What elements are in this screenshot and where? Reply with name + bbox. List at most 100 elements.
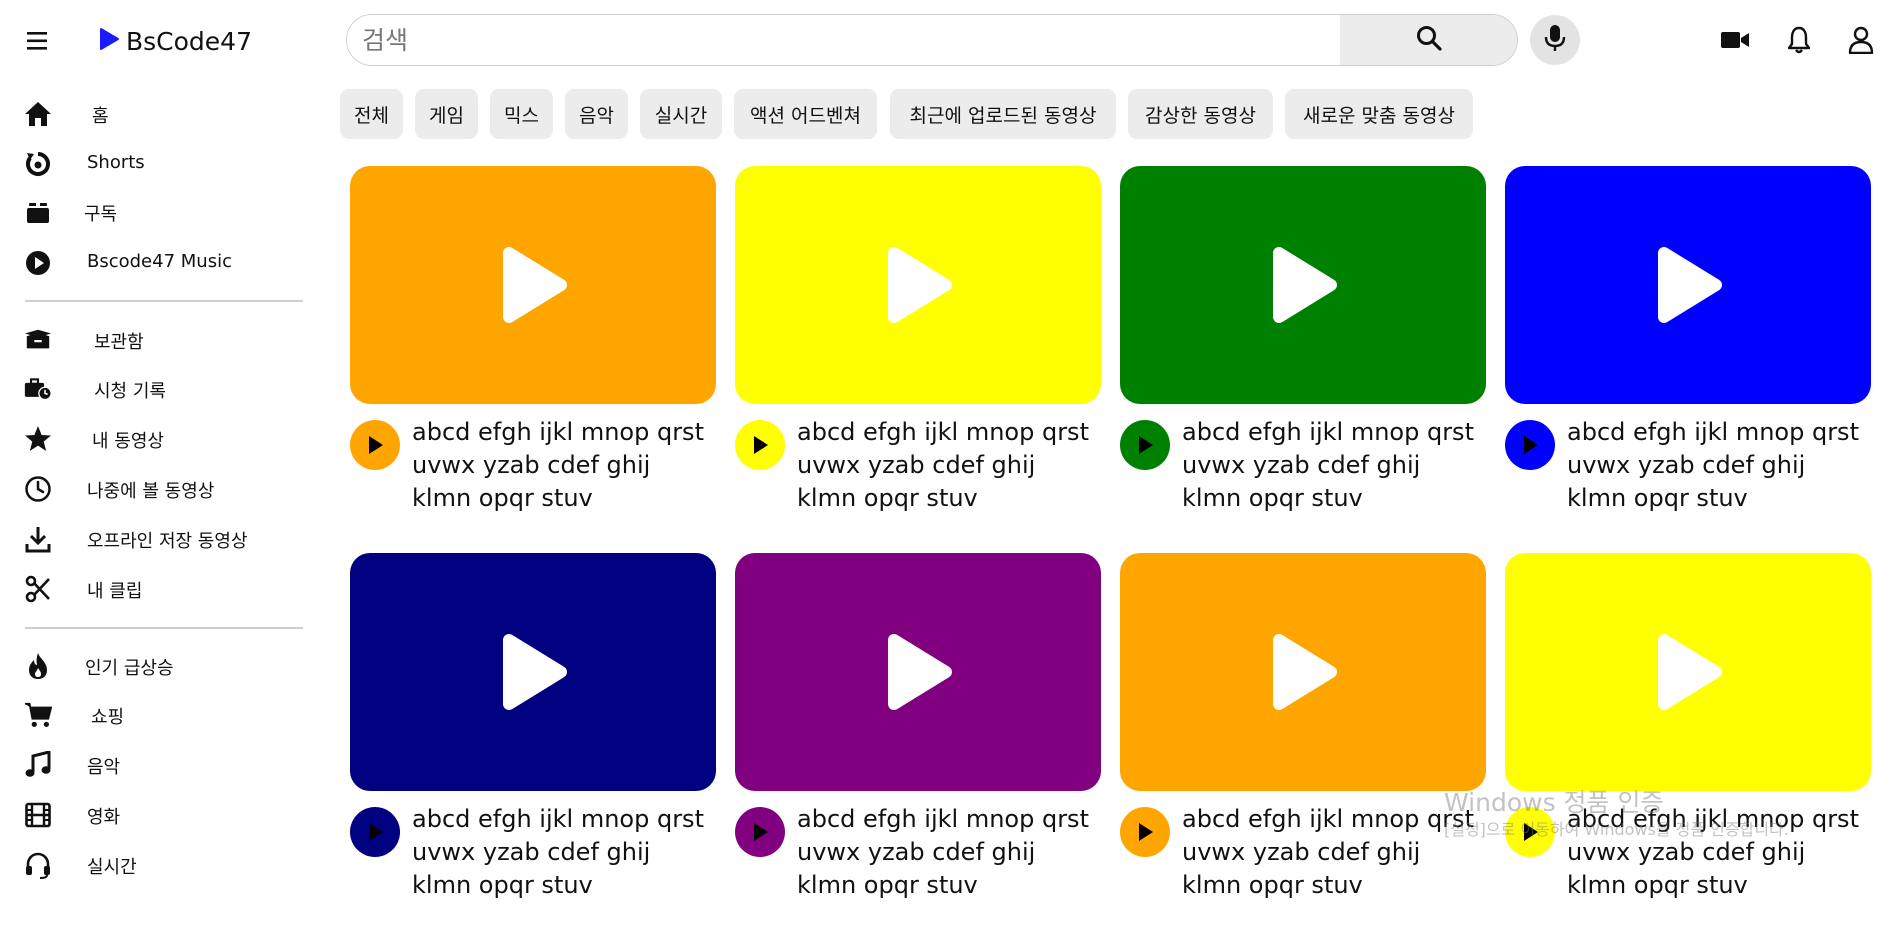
chip-watched[interactable]: 감상한 동영상 xyxy=(1128,89,1273,139)
channel-play-icon xyxy=(1524,436,1538,454)
sidebar-item-watch-later[interactable]: 나중에 볼 동영상 xyxy=(0,466,310,510)
home-icon xyxy=(24,100,52,128)
star-icon xyxy=(24,425,52,453)
fire-icon xyxy=(24,652,52,680)
video-title[interactable]: abcd efgh ijkl mnop qrst uvwx yzab cdef … xyxy=(1182,803,1482,902)
video-card[interactable]: abcd efgh ijkl mnop qrst uvwx yzab cdef … xyxy=(735,166,1101,546)
logo[interactable]: BsCode47 xyxy=(98,22,252,60)
video-card[interactable]: abcd efgh ijkl mnop qrst uvwx yzab cdef … xyxy=(1505,553,1871,933)
sidebar-item-offline[interactable]: 오프라인 저장 동영상 xyxy=(0,516,310,560)
sidebar-item-music[interactable]: Bscode47 Music xyxy=(0,240,310,284)
video-thumbnail[interactable] xyxy=(350,166,716,404)
video-title[interactable]: abcd efgh ijkl mnop qrst uvwx yzab cdef … xyxy=(1567,416,1867,515)
sidebar-item-label: Shorts xyxy=(87,152,145,173)
user-icon[interactable] xyxy=(1846,25,1876,55)
play-icon xyxy=(503,247,567,323)
live-headset-icon xyxy=(24,851,52,879)
bell-icon[interactable] xyxy=(1784,25,1814,55)
video-thumbnail[interactable] xyxy=(1505,553,1871,791)
scissors-icon xyxy=(24,575,52,603)
sidebar-item-my-clips[interactable]: 내 클립 xyxy=(0,566,310,610)
logo-text: BsCode47 xyxy=(126,26,252,56)
sidebar-item-trending[interactable]: 인기 급상승 xyxy=(0,643,310,687)
chip-recently-uploaded[interactable]: 최근에 업로드된 동영상 xyxy=(890,89,1116,139)
microphone-icon xyxy=(1544,24,1566,56)
play-logo-icon xyxy=(98,27,120,55)
shorts-icon xyxy=(24,150,52,178)
channel-avatar[interactable] xyxy=(1120,807,1170,857)
sidebar-item-library[interactable]: 보관함 xyxy=(0,317,310,361)
play-icon xyxy=(503,634,567,710)
video-thumbnail[interactable] xyxy=(1505,166,1871,404)
sidebar-item-history[interactable]: 시청 기록 xyxy=(0,366,310,410)
clock-icon xyxy=(24,475,52,503)
sidebar-item-label: 시청 기록 xyxy=(94,381,166,402)
sidebar-item-movies[interactable]: 영화 xyxy=(0,792,310,836)
chip-action-adventure[interactable]: 액션 어드벤쳐 xyxy=(734,89,877,139)
top-header: BsCode47 xyxy=(0,0,1899,80)
sidebar-item-label: 오프라인 저장 동영상 xyxy=(87,531,248,552)
channel-play-icon xyxy=(369,823,383,841)
play-icon xyxy=(1658,634,1722,710)
sidebar-item-label: 나중에 볼 동영상 xyxy=(87,481,215,502)
sidebar-item-live[interactable]: 실시간 xyxy=(0,842,310,884)
video-card[interactable]: abcd efgh ijkl mnop qrst uvwx yzab cdef … xyxy=(1120,553,1486,933)
channel-avatar[interactable] xyxy=(350,807,400,857)
play-icon xyxy=(888,634,952,710)
history-briefcase-icon xyxy=(24,375,52,403)
channel-avatar[interactable] xyxy=(350,420,400,470)
video-camera-icon[interactable] xyxy=(1720,25,1750,55)
sidebar-item-label: Bscode47 Music xyxy=(87,251,232,272)
chip-live[interactable]: 실시간 xyxy=(640,89,722,139)
channel-avatar[interactable] xyxy=(735,807,785,857)
chip-gaming[interactable]: 게임 xyxy=(415,89,478,139)
chip-music[interactable]: 음악 xyxy=(565,89,628,139)
channel-avatar[interactable] xyxy=(1505,420,1555,470)
search-input[interactable] xyxy=(347,15,1340,65)
play-icon xyxy=(888,247,952,323)
video-thumbnail[interactable] xyxy=(735,553,1101,791)
video-title[interactable]: abcd efgh ijkl mnop qrst uvwx yzab cdef … xyxy=(412,416,712,515)
channel-avatar[interactable] xyxy=(735,420,785,470)
chip-all[interactable]: 전체 xyxy=(340,89,403,139)
video-thumbnail[interactable] xyxy=(1120,166,1486,404)
video-title[interactable]: abcd efgh ijkl mnop qrst uvwx yzab cdef … xyxy=(412,803,712,902)
chip-new-for-you[interactable]: 새로운 맞춤 동영상 xyxy=(1285,89,1473,139)
video-card[interactable]: abcd efgh ijkl mnop qrst uvwx yzab cdef … xyxy=(1120,166,1486,546)
sidebar-item-shopping[interactable]: 쇼핑 xyxy=(0,692,310,736)
search-button[interactable] xyxy=(1340,15,1517,65)
windows-activation-subtitle: [설정]으로 이동하여 Windows를 정품 인증합니다. xyxy=(1444,820,1789,839)
video-card[interactable]: abcd efgh ijkl mnop qrst uvwx yzab cdef … xyxy=(350,166,716,546)
sidebar-item-shorts[interactable]: Shorts xyxy=(0,141,310,185)
video-title[interactable]: abcd efgh ijkl mnop qrst uvwx yzab cdef … xyxy=(1182,416,1482,515)
channel-avatar[interactable] xyxy=(1120,420,1170,470)
channel-play-icon xyxy=(1139,823,1153,841)
windows-activation-watermark: Windows 정품 인증 xyxy=(1444,788,1664,817)
video-card[interactable]: abcd efgh ijkl mnop qrst uvwx yzab cdef … xyxy=(1505,166,1871,546)
video-title[interactable]: abcd efgh ijkl mnop qrst uvwx yzab cdef … xyxy=(797,803,1097,902)
film-icon xyxy=(24,801,52,829)
menu-icon[interactable] xyxy=(25,28,51,54)
sidebar-item-label: 홈 xyxy=(92,106,109,127)
sidebar: 홈 Shorts 구독 Bscode47 Music 보관함 시청 기록 내 동… xyxy=(0,88,320,884)
video-title[interactable]: abcd efgh ijkl mnop qrst uvwx yzab cdef … xyxy=(797,416,1097,515)
sidebar-divider xyxy=(25,300,303,302)
sidebar-item-my-videos[interactable]: 내 동영상 xyxy=(0,416,310,460)
video-thumbnail[interactable] xyxy=(350,553,716,791)
sidebar-item-home[interactable]: 홈 xyxy=(0,91,310,135)
search-icon xyxy=(1415,24,1443,56)
sidebar-item-label: 음악 xyxy=(87,757,121,778)
video-thumbnail[interactable] xyxy=(1120,553,1486,791)
download-icon xyxy=(24,525,52,553)
sidebar-item-label: 인기 급상승 xyxy=(85,658,174,679)
video-thumbnail[interactable] xyxy=(735,166,1101,404)
sidebar-item-music-note[interactable]: 음악 xyxy=(0,742,310,786)
video-card[interactable]: abcd efgh ijkl mnop qrst uvwx yzab cdef … xyxy=(350,553,716,933)
chip-mix[interactable]: 믹스 xyxy=(490,89,553,139)
sidebar-item-label: 내 동영상 xyxy=(92,431,164,452)
voice-search-button[interactable] xyxy=(1530,15,1580,65)
video-card[interactable]: abcd efgh ijkl mnop qrst uvwx yzab cdef … xyxy=(735,553,1101,933)
music-play-icon xyxy=(24,249,52,277)
sidebar-item-label: 쇼핑 xyxy=(91,707,125,728)
sidebar-item-subscriptions[interactable]: 구독 xyxy=(0,189,310,233)
